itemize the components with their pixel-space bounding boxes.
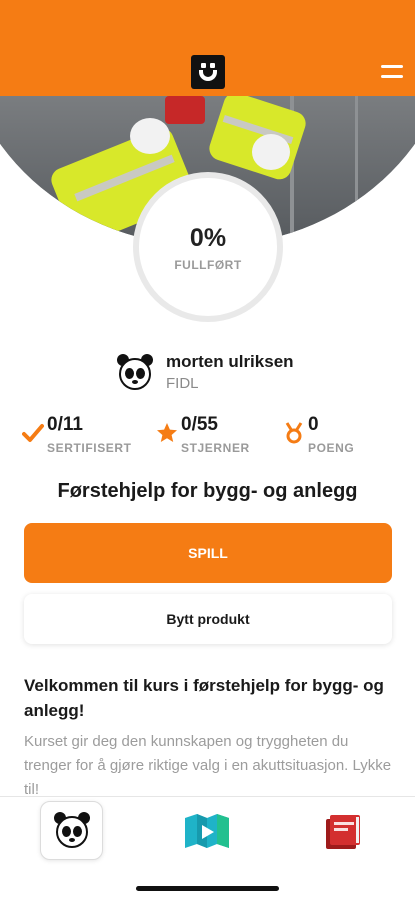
star-icon: [157, 423, 177, 442]
bottom-tab-bar: [0, 796, 415, 900]
switch-product-button[interactable]: Bytt produkt: [24, 594, 392, 644]
stat-label: POENG: [308, 441, 355, 455]
play-button[interactable]: SPILL: [24, 523, 392, 583]
smiley-logo-icon[interactable]: [191, 55, 225, 89]
medal-icon: [285, 422, 303, 444]
course-title: Førstehjelp for bygg- og anlegg: [57, 480, 358, 502]
panda-avatar-icon: [116, 354, 154, 392]
book-icon[interactable]: [322, 813, 364, 851]
progress-value: 0%: [189, 224, 227, 252]
user-org: FIDL: [166, 375, 199, 392]
tab-panda[interactable]: [40, 801, 103, 860]
panda-icon: [53, 812, 91, 850]
hamburger-menu-icon[interactable]: [381, 65, 403, 79]
progress-circle: 0% FULLFØRT: [133, 172, 283, 322]
home-indicator: [136, 886, 279, 891]
welcome-title: Velkommen til kurs i førstehjelp for byg…: [24, 676, 384, 720]
stat-value: 0/11: [47, 414, 83, 435]
progress-label: FULLFØRT: [174, 258, 242, 272]
user-name: morten ulriksen: [166, 352, 294, 371]
stat-value: 0/55: [181, 414, 218, 435]
video-map-icon[interactable]: [183, 814, 231, 850]
welcome-body: Kurset gir deg den kunnskapen og trygghe…: [24, 733, 392, 796]
top-bar: [0, 0, 415, 96]
stat-value: 0: [308, 414, 319, 435]
checkmark-icon: [22, 424, 44, 442]
stat-label: SERTIFISERT: [47, 441, 132, 455]
stat-label: STJERNER: [181, 441, 250, 455]
